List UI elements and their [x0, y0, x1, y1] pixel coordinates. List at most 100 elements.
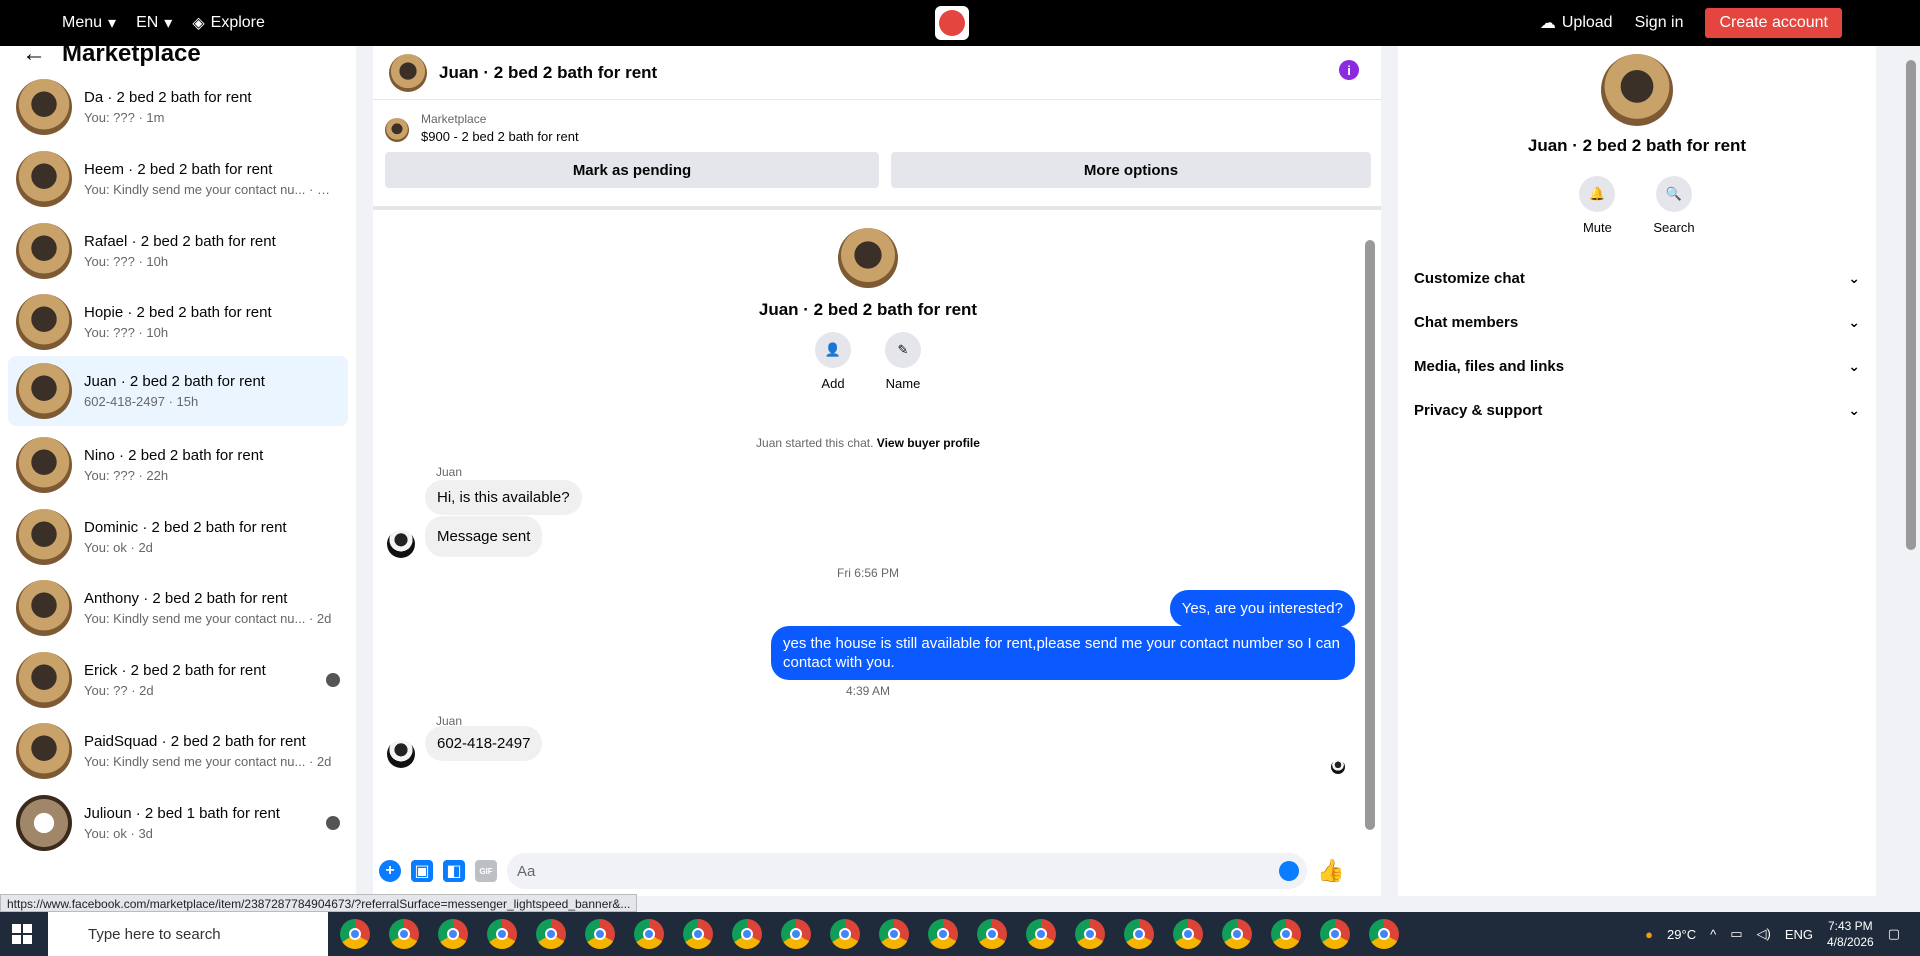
chrome-icon[interactable] — [1271, 919, 1301, 949]
upload-button[interactable]: ☁ Upload — [1540, 13, 1613, 33]
taskbar-search[interactable]: Type here to search — [48, 912, 328, 956]
language-dropdown[interactable]: EN ▾ — [136, 13, 172, 33]
thumbs-up-icon[interactable]: 👍 — [1317, 858, 1344, 884]
conversation-preview: You: ??? · 10h — [84, 254, 169, 269]
mark-as-pending-button[interactable]: Mark as pending — [385, 152, 879, 188]
chrome-icon[interactable] — [585, 919, 615, 949]
chat-title[interactable]: Juan · 2 bed 2 bath for rent — [439, 63, 657, 83]
chrome-icon[interactable] — [1026, 919, 1056, 949]
conversation-title: Julioun · 2 bed 1 bath for rent — [84, 805, 280, 822]
chevron-down-icon: ⌄ — [1848, 401, 1860, 418]
back-arrow-icon[interactable]: ← — [22, 40, 46, 68]
network-icon[interactable]: ▭ — [1730, 926, 1742, 942]
language-indicator[interactable]: ENG — [1785, 927, 1813, 942]
taskbar-apps — [340, 919, 1399, 949]
outgoing-message: Yes, are you interested? — [1169, 590, 1355, 627]
chrome-icon[interactable] — [1369, 919, 1399, 949]
chrome-icon[interactable] — [928, 919, 958, 949]
chrome-icon[interactable] — [1222, 919, 1252, 949]
taskbar-search-placeholder: Type here to search — [88, 925, 221, 943]
conversation-item[interactable]: Anthony · 2 bed 2 bath for rent You: Kind… — [8, 573, 348, 643]
chevron-down-icon: ⌄ — [1848, 269, 1860, 286]
caret-icon: ▾ — [108, 15, 117, 32]
chrome-icon[interactable] — [977, 919, 1007, 949]
explore-link[interactable]: ◈ Explore — [192, 13, 265, 33]
conversation-item[interactable]: Dominic · 2 bed 2 bath for rent You: ok ·… — [8, 502, 348, 572]
conversation-item[interactable]: Erick · 2 bed 2 bath for rent You: ?? · 2… — [8, 645, 348, 715]
conversation-item[interactable]: Julioun · 2 bed 1 bath for rent You: ok ·… — [8, 788, 348, 858]
chat-scrollbar[interactable] — [1365, 240, 1375, 830]
chrome-icon[interactable] — [1124, 919, 1154, 949]
name-chat-button[interactable]: ✎ Name — [885, 332, 921, 391]
section-label: Chat members — [1414, 313, 1519, 331]
conversation-title: Dominic · 2 bed 2 bath for rent — [84, 519, 287, 536]
site-logo[interactable] — [935, 6, 969, 40]
search-button[interactable]: 🔍 Search — [1653, 176, 1695, 235]
chrome-icon[interactable] — [683, 919, 713, 949]
bell-icon: 🔔 — [1579, 176, 1616, 212]
listing-banner[interactable]: Marketplace $900 - 2 bed 2 bath for rent — [385, 112, 579, 144]
listing-thumbnail — [16, 509, 72, 565]
message-list[interactable]: Juan · 2 bed 2 bath for rent 👤 Add ✎ Name … — [373, 206, 1381, 846]
conversation-item[interactable]: Heem · 2 bed 2 bath for rent You: Kindly … — [8, 144, 348, 214]
chrome-icon[interactable] — [438, 919, 468, 949]
sign-in-link[interactable]: Sign in — [1635, 14, 1684, 32]
chrome-icon[interactable] — [1173, 919, 1203, 949]
message-input[interactable]: Aa — [507, 853, 1307, 889]
weather-icon[interactable]: ● — [1645, 927, 1653, 942]
chat-members-section[interactable]: Chat members ⌄ — [1414, 310, 1860, 334]
sticker-icon[interactable]: ◧ — [443, 860, 465, 882]
conversation-item[interactable]: Hopie · 2 bed 2 bath for rent You: ??? · … — [8, 287, 348, 357]
privacy-support-section[interactable]: Privacy & support ⌄ — [1414, 398, 1860, 422]
chrome-icon[interactable] — [1320, 919, 1350, 949]
notification-icon[interactable]: ▢ — [1888, 926, 1900, 942]
media-files-links-section[interactable]: Media, files and links ⌄ — [1414, 354, 1860, 378]
view-buyer-profile-link[interactable]: View buyer profile — [877, 436, 980, 450]
conversation-item[interactable]: Da · 2 bed 2 bath for rent You: ??? · 1m — [8, 72, 348, 142]
conversation-item[interactable]: PaidSquad · 2 bed 2 bath for rent You: Ki… — [8, 716, 348, 786]
conversation-title: Heem · 2 bed 2 bath for rent — [84, 161, 273, 178]
info-icon[interactable]: i — [1339, 60, 1359, 80]
page-scrollbar[interactable] — [1906, 60, 1916, 550]
conversation-item-active[interactable]: Juan · 2 bed 2 bath for rent 602-418-2497… — [8, 356, 348, 426]
chrome-icon[interactable] — [536, 919, 566, 949]
search-label: Search — [1653, 220, 1695, 235]
nav-right: ☁ Upload Sign in Create account — [1540, 0, 1842, 46]
section-label: Privacy & support — [1414, 401, 1543, 419]
mute-button[interactable]: 🔔 Mute — [1579, 176, 1616, 235]
chrome-icon[interactable] — [732, 919, 762, 949]
add-people-button[interactable]: 👤 Add — [815, 332, 851, 391]
conversation-preview: You: ??? · 22h — [84, 468, 169, 483]
clock[interactable]: 7:43 PM 4/8/2026 — [1827, 918, 1874, 950]
chrome-icon[interactable] — [830, 919, 860, 949]
volume-icon[interactable]: ◁) — [1756, 926, 1770, 942]
customize-chat-section[interactable]: Customize chat ⌄ — [1414, 266, 1860, 290]
windows-start-icon[interactable] — [12, 924, 32, 944]
conversation-title: Hopie · 2 bed 2 bath for rent — [84, 304, 272, 321]
menu-dropdown[interactable]: Menu ▾ — [62, 13, 116, 33]
chat-avatar[interactable] — [389, 53, 427, 92]
add-person-icon: 👤 — [815, 332, 851, 368]
chrome-icon[interactable] — [634, 919, 664, 949]
chrome-icon[interactable] — [879, 919, 909, 949]
conversation-item[interactable]: Nino · 2 bed 2 bath for rent You: ??? · 2… — [8, 430, 348, 500]
explore-label: Explore — [210, 14, 265, 31]
gif-icon[interactable]: GIF — [475, 860, 497, 882]
plus-icon[interactable]: + — [379, 860, 401, 882]
create-account-button[interactable]: Create account — [1705, 8, 1842, 38]
message-composer: + ▣ ◧ GIF Aa 👍 — [373, 846, 1381, 896]
photo-icon[interactable]: ▣ — [411, 860, 433, 882]
emoji-icon[interactable] — [1279, 861, 1299, 881]
chrome-icon[interactable] — [781, 919, 811, 949]
conversation-title: Da · 2 bed 2 bath for rent — [84, 89, 252, 106]
timestamp: Fri 6:56 PM — [836, 566, 899, 580]
temperature[interactable]: 29°C — [1667, 927, 1696, 942]
chrome-icon[interactable] — [389, 919, 419, 949]
chrome-icon[interactable] — [487, 919, 517, 949]
more-options-button[interactable]: More options — [891, 152, 1371, 188]
conversation-item[interactable]: Rafael · 2 bed 2 bath for rent You: ??? ·… — [8, 216, 348, 286]
chrome-icon[interactable] — [340, 919, 370, 949]
chrome-icon[interactable] — [1075, 919, 1105, 949]
conversation-preview: You: ?? · 2d — [84, 683, 154, 698]
chevron-up-icon[interactable]: ^ — [1710, 927, 1716, 942]
